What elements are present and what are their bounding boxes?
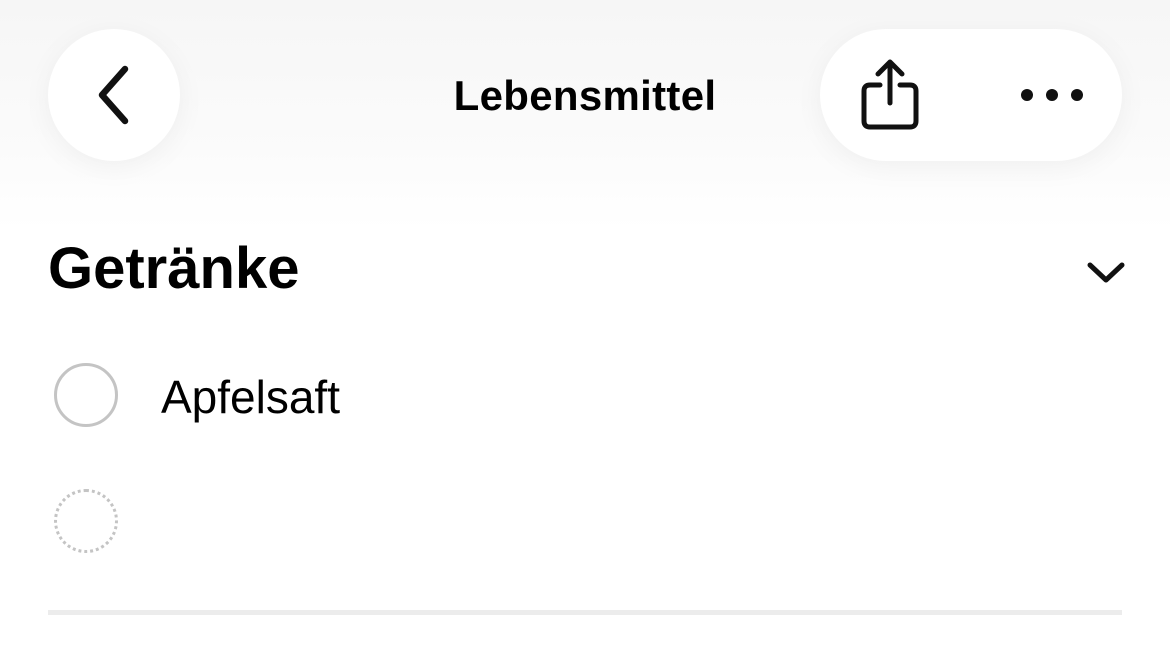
ellipsis-icon <box>1021 89 1083 101</box>
collapse-section-button[interactable] <box>1078 244 1134 300</box>
section-header: Getränke <box>48 228 1128 308</box>
more-options-button[interactable] <box>1002 45 1102 145</box>
navigation-bar: Lebensmittel <box>0 0 1170 200</box>
chevron-left-icon <box>98 65 129 125</box>
share-button[interactable] <box>840 45 940 145</box>
divider <box>48 610 1122 615</box>
item-checkbox[interactable] <box>54 363 118 427</box>
action-button-group <box>820 29 1122 161</box>
section-title: Getränke <box>48 236 300 301</box>
new-item-row[interactable] <box>48 476 1122 566</box>
chevron-down-icon <box>1087 262 1125 283</box>
new-item-checkbox[interactable] <box>54 489 118 553</box>
back-button[interactable] <box>48 29 180 161</box>
list-item[interactable]: Apfelsaft <box>48 350 1122 440</box>
item-label: Apfelsaft <box>161 371 340 423</box>
screen: Lebensmittel Getränke Apfelsaft <box>0 0 1170 650</box>
share-icon <box>861 59 919 130</box>
page-title: Lebensmittel <box>453 72 717 119</box>
